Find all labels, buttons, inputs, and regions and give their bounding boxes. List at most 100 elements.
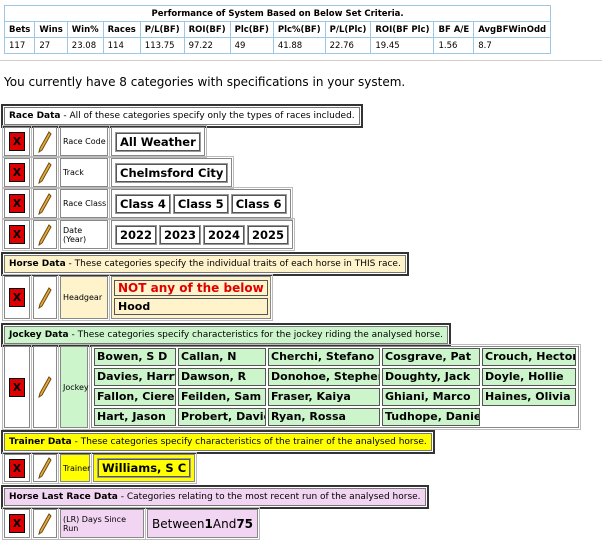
edit-cell xyxy=(31,452,59,484)
pencil-icon[interactable] xyxy=(38,457,52,479)
pencil-icon[interactable] xyxy=(38,223,52,246)
jockey-name: Fallon, Cieren xyxy=(94,388,176,406)
edit-cell xyxy=(31,344,59,430)
section-header-last-race: Horse Last Race Data - Categories relati… xyxy=(1,485,429,509)
delete-x-icon[interactable]: X xyxy=(9,132,25,151)
delete-cell: X xyxy=(2,507,32,540)
jockey-name: Tudhope, Daniel xyxy=(382,408,480,426)
jockey-name: Bowen, S D xyxy=(94,348,176,366)
category-values: Between 1 And 75 xyxy=(144,507,261,540)
category-row-date-year: X Date (Year) 2022 2023 2024 2025 xyxy=(2,218,296,251)
summary-value: 1.56 xyxy=(433,37,475,54)
category-row-headgear: X Headgear NOT any of the below Hood xyxy=(2,274,274,321)
delete-x-icon[interactable]: X xyxy=(9,514,25,533)
summary-value: 19.45 xyxy=(370,37,435,54)
pencil-icon[interactable] xyxy=(38,161,52,184)
jockey-name: Ghiani, Marco xyxy=(382,388,480,406)
delete-cell: X xyxy=(2,452,32,484)
summary-header: Plc(BF) xyxy=(229,21,274,38)
summary-header: AvgBFWinOdd xyxy=(473,21,552,38)
range-prefix: Between xyxy=(152,516,205,531)
value-chip: 2022 xyxy=(114,224,158,245)
category-label: Jockey xyxy=(58,344,90,430)
section-title: Horse Last Race Data xyxy=(9,492,118,502)
section-title: Race Data xyxy=(9,111,61,121)
section-title: Trainer Data xyxy=(9,437,72,447)
summary-value-row: 117 27 23.08 114 113.75 97.22 49 41.88 2… xyxy=(3,37,552,54)
pencil-icon[interactable] xyxy=(38,130,52,153)
jockey-name: Hart, Jason xyxy=(94,408,176,426)
divider xyxy=(0,60,602,61)
summary-value: 41.88 xyxy=(272,37,326,54)
jockey-name: Fraser, Kaiya xyxy=(268,388,380,406)
jockey-name: Doughty, Jack xyxy=(382,368,480,386)
section-header-race: Race Data - All of these categories spec… xyxy=(1,104,363,128)
category-values: Bowen, S D Callan, N Cherchi, Stefano Co… xyxy=(89,344,581,430)
jockey-name: Cherchi, Stefano xyxy=(268,348,380,366)
jockey-name: Haines, Olivia xyxy=(482,388,576,406)
category-label: Race Class xyxy=(58,187,110,220)
value-chip: All Weather xyxy=(115,131,201,152)
section-desc: - These categories specify characteristi… xyxy=(68,330,444,340)
delete-x-icon[interactable]: X xyxy=(9,288,25,307)
delete-cell: X xyxy=(2,344,32,430)
delete-x-icon[interactable]: X xyxy=(9,163,25,182)
summary-header: ROI(BF Plc) xyxy=(370,21,435,38)
jockey-name: Callan, N xyxy=(178,348,266,366)
edit-cell xyxy=(31,125,59,158)
section-header-horse: Horse Data - These categories specify th… xyxy=(1,252,409,276)
category-values: 2022 2023 2024 2025 xyxy=(108,218,296,251)
jockey-name: Davies, Harry xyxy=(94,368,176,386)
summary-header: Bets xyxy=(3,21,36,38)
edit-cell xyxy=(31,507,59,540)
summary-value: 117 xyxy=(3,37,36,54)
value-chip: Class 6 xyxy=(230,193,287,214)
summary-value: 114 xyxy=(102,37,141,54)
summary-header: Wins xyxy=(34,21,68,38)
summary-header: Win% xyxy=(66,21,104,38)
category-values: Chelmsford City xyxy=(108,156,235,189)
edit-cell xyxy=(31,218,59,251)
range-mid: And xyxy=(212,516,237,531)
category-row-trainer: X Trainer Williams, S C xyxy=(2,452,198,484)
range-from: 1 xyxy=(204,516,213,531)
performance-summary-table: Performance of System Based on Below Set… xyxy=(3,5,552,54)
summary-value: 97.22 xyxy=(183,37,231,54)
edit-cell xyxy=(31,187,59,220)
category-label: Date (Year) xyxy=(58,218,110,251)
jockey-name: Donohoe, Stephen xyxy=(268,368,380,386)
delete-cell: X xyxy=(2,187,32,220)
value-chip: Hood xyxy=(114,298,268,315)
summary-value: 27 xyxy=(34,37,68,54)
delete-cell: X xyxy=(2,156,32,189)
categories-count-text: You currently have 8 categories with spe… xyxy=(4,75,406,89)
exclusion-qualifier: NOT any of the below xyxy=(114,280,268,296)
section-desc: - Categories relating to the most recent… xyxy=(117,492,421,502)
summary-value: 8.7 xyxy=(473,37,552,54)
jockey-name: Cosgrave, Pat xyxy=(382,348,480,366)
category-label: Track xyxy=(58,156,110,189)
delete-x-icon[interactable]: X xyxy=(9,377,25,397)
pencil-icon[interactable] xyxy=(38,286,52,309)
delete-x-icon[interactable]: X xyxy=(9,194,25,213)
summary-header: P/L(BF) xyxy=(139,21,185,38)
pencil-icon[interactable] xyxy=(38,376,52,398)
jockey-name: Dawson, R xyxy=(178,368,266,386)
jockey-name: Ryan, Rossa xyxy=(268,408,380,426)
category-label: Race Code xyxy=(58,125,110,158)
delete-x-icon[interactable]: X xyxy=(9,458,25,478)
section-title: Horse Data xyxy=(9,259,66,269)
summary-header-row: Bets Wins Win% Races P/L(BF) ROI(BF) Plc… xyxy=(3,21,552,38)
value-chip: 2024 xyxy=(203,224,246,245)
pencil-icon[interactable] xyxy=(38,512,52,535)
category-values: Class 4 Class 5 Class 6 xyxy=(109,187,293,220)
section-desc: - All of these categories specify only t… xyxy=(60,111,355,121)
delete-cell: X xyxy=(2,125,32,158)
summary-value: 23.08 xyxy=(66,37,104,54)
category-values: NOT any of the below Hood xyxy=(109,274,273,321)
category-label: Headgear xyxy=(58,274,110,321)
delete-x-icon[interactable]: X xyxy=(9,225,25,244)
value-chip: 2023 xyxy=(159,224,202,245)
summary-header: P/L(Plc) xyxy=(324,21,372,38)
pencil-icon[interactable] xyxy=(38,192,52,215)
